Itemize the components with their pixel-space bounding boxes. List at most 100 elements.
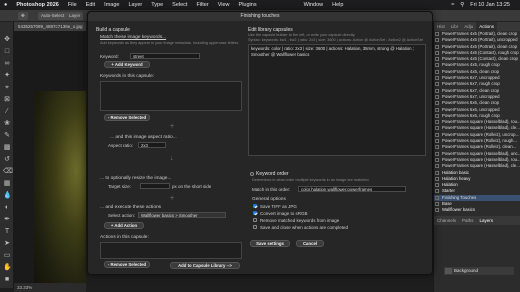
- convert-srgb-checkbox[interactable]: [253, 211, 257, 215]
- document-tab[interactable]: 5435267089_4887c7136e_o.jpg: [14, 22, 86, 31]
- action-toggle-checkbox[interactable]: [435, 57, 439, 62]
- pen-tool-icon[interactable]: ✒: [3, 216, 11, 224]
- tab-channels[interactable]: Channels: [434, 216, 459, 225]
- blur-tool-icon[interactable]: 💧: [3, 192, 12, 200]
- action-toggle-checkbox[interactable]: [435, 183, 439, 188]
- lasso-tool-icon[interactable]: ∞: [3, 60, 11, 68]
- clock[interactable]: Fri 10 Jan 13:25: [470, 2, 510, 8]
- zoom-level[interactable]: 33.33%: [17, 285, 32, 290]
- remove-keywords-checkbox[interactable]: [253, 218, 257, 222]
- path-select-icon[interactable]: ➤: [3, 240, 11, 248]
- keywords-list[interactable]: [100, 81, 242, 111]
- shape-tool-icon[interactable]: ▭: [3, 252, 11, 260]
- menu-app-name[interactable]: Photoshop 2026: [16, 2, 58, 8]
- action-toggle-checkbox[interactable]: [435, 195, 439, 200]
- add-keyword-button[interactable]: + Add Keyword: [104, 61, 150, 68]
- crop-tool-icon[interactable]: ⌖: [3, 84, 11, 92]
- menu-image[interactable]: Image: [104, 2, 119, 8]
- action-toggle-checkbox[interactable]: [435, 208, 439, 213]
- history-brush-icon[interactable]: ↺: [3, 156, 11, 164]
- menu-file[interactable]: File: [68, 2, 77, 8]
- frame-tool-icon[interactable]: ⊠: [3, 96, 11, 104]
- action-toggle-checkbox[interactable]: [435, 101, 439, 106]
- menu-type[interactable]: Type: [151, 2, 163, 8]
- match-order-input[interactable]: color,halation,wallflower,powerframes: [298, 186, 406, 192]
- dodge-tool-icon[interactable]: ◐: [3, 204, 11, 212]
- move-tool-icon[interactable]: ✥: [18, 12, 28, 20]
- action-toggle-checkbox[interactable]: [435, 32, 439, 36]
- wifi-icon[interactable]: ≈: [451, 2, 454, 8]
- foreground-color-icon[interactable]: ■: [3, 276, 11, 284]
- keyword-order-toggle[interactable]: [250, 172, 254, 176]
- add-to-library-button[interactable]: Add to Capsule Library -->: [170, 262, 240, 269]
- action-toggle-checkbox[interactable]: [435, 139, 439, 144]
- auto-select-checkbox[interactable]: Auto-Select: [38, 12, 68, 20]
- tab-layers[interactable]: Layers: [477, 216, 497, 225]
- keyword-input[interactable]: street: [130, 53, 200, 59]
- action-toggle-checkbox[interactable]: [435, 44, 439, 49]
- action-toggle-checkbox[interactable]: [435, 120, 439, 125]
- action-toggle-checkbox[interactable]: [435, 132, 439, 137]
- library-textarea[interactable]: keywords: color | ratio: 2x3 | size: 360…: [248, 44, 426, 156]
- tab-actions[interactable]: Actions: [476, 22, 498, 31]
- save-settings-button[interactable]: Save settings: [250, 240, 290, 247]
- tab-paths[interactable]: Paths: [459, 216, 477, 225]
- action-list-item[interactable]: Wallflower basics: [434, 207, 520, 213]
- action-toggle-checkbox[interactable]: [435, 76, 439, 81]
- menu-window[interactable]: Window: [304, 2, 324, 8]
- menu-edit[interactable]: Edit: [86, 2, 95, 8]
- hand-tool-icon[interactable]: ✋: [3, 264, 12, 272]
- tiff-as-jpg-checkbox[interactable]: [253, 204, 257, 208]
- apple-icon[interactable]: ●: [4, 2, 7, 8]
- eyedropper-icon[interactable]: ⁄: [3, 108, 11, 116]
- stamp-tool-icon[interactable]: ▩: [3, 144, 11, 152]
- action-toggle-checkbox[interactable]: [435, 50, 439, 55]
- action-toggle-checkbox[interactable]: [435, 82, 439, 87]
- action-toggle-checkbox[interactable]: [435, 94, 439, 99]
- healing-brush-icon[interactable]: ❀: [3, 120, 11, 128]
- action-toggle-checkbox[interactable]: [435, 157, 439, 162]
- action-toggle-checkbox[interactable]: [435, 126, 439, 131]
- move-tool-icon[interactable]: ✥: [3, 36, 11, 44]
- action-toggle-checkbox[interactable]: [435, 164, 439, 169]
- action-toggle-checkbox[interactable]: [435, 151, 439, 156]
- action-toggle-checkbox[interactable]: [435, 69, 439, 74]
- brush-tool-icon[interactable]: ✎: [3, 132, 11, 140]
- menu-help[interactable]: Help: [332, 2, 343, 8]
- remove-keyword-button[interactable]: - Remove Selected: [104, 114, 150, 121]
- magic-wand-icon[interactable]: ✦: [3, 72, 11, 80]
- save-close-checkbox[interactable]: [253, 225, 257, 229]
- menu-select[interactable]: Select: [172, 2, 187, 8]
- actions-list-box[interactable]: [100, 242, 242, 259]
- menu-plugins[interactable]: Plugins: [239, 2, 257, 8]
- add-action-button[interactable]: + Add Action: [104, 222, 144, 229]
- aspect-ratio-input[interactable]: 2x3: [138, 142, 166, 148]
- target-size-input[interactable]: [140, 183, 170, 189]
- action-toggle-checkbox[interactable]: [435, 176, 439, 181]
- tab-adjustments[interactable]: Adju: [461, 22, 476, 31]
- action-toggle-checkbox[interactable]: [435, 63, 439, 68]
- eraser-tool-icon[interactable]: ⌫: [3, 168, 13, 176]
- tab-history[interactable]: Hist: [434, 22, 448, 31]
- action-toggle-checkbox[interactable]: [435, 38, 439, 43]
- tab-libraries[interactable]: Libr: [448, 22, 462, 31]
- action-toggle-checkbox[interactable]: [435, 170, 439, 175]
- type-tool-icon[interactable]: T: [3, 228, 11, 236]
- action-toggle-checkbox[interactable]: [435, 88, 439, 93]
- canvas[interactable]: [14, 31, 86, 283]
- menu-filter[interactable]: Filter: [196, 2, 208, 8]
- search-icon[interactable]: ⚲: [460, 2, 464, 8]
- cancel-button[interactable]: Cancel: [296, 240, 324, 247]
- action-toggle-checkbox[interactable]: [435, 107, 439, 112]
- auto-select-target[interactable]: Layer: [66, 12, 84, 20]
- select-action-dropdown[interactable]: Wallflower basics > Smoother: [138, 212, 226, 218]
- action-toggle-checkbox[interactable]: [435, 145, 439, 150]
- remove-action-button[interactable]: - Remove Selected: [104, 261, 150, 268]
- action-toggle-checkbox[interactable]: [435, 202, 439, 207]
- marquee-tool-icon[interactable]: □: [3, 48, 11, 56]
- action-toggle-checkbox[interactable]: [435, 189, 439, 194]
- gradient-tool-icon[interactable]: ▦: [3, 180, 11, 188]
- layer-row[interactable]: Background: [444, 267, 514, 275]
- menu-view[interactable]: View: [218, 2, 230, 8]
- action-toggle-checkbox[interactable]: [435, 113, 439, 118]
